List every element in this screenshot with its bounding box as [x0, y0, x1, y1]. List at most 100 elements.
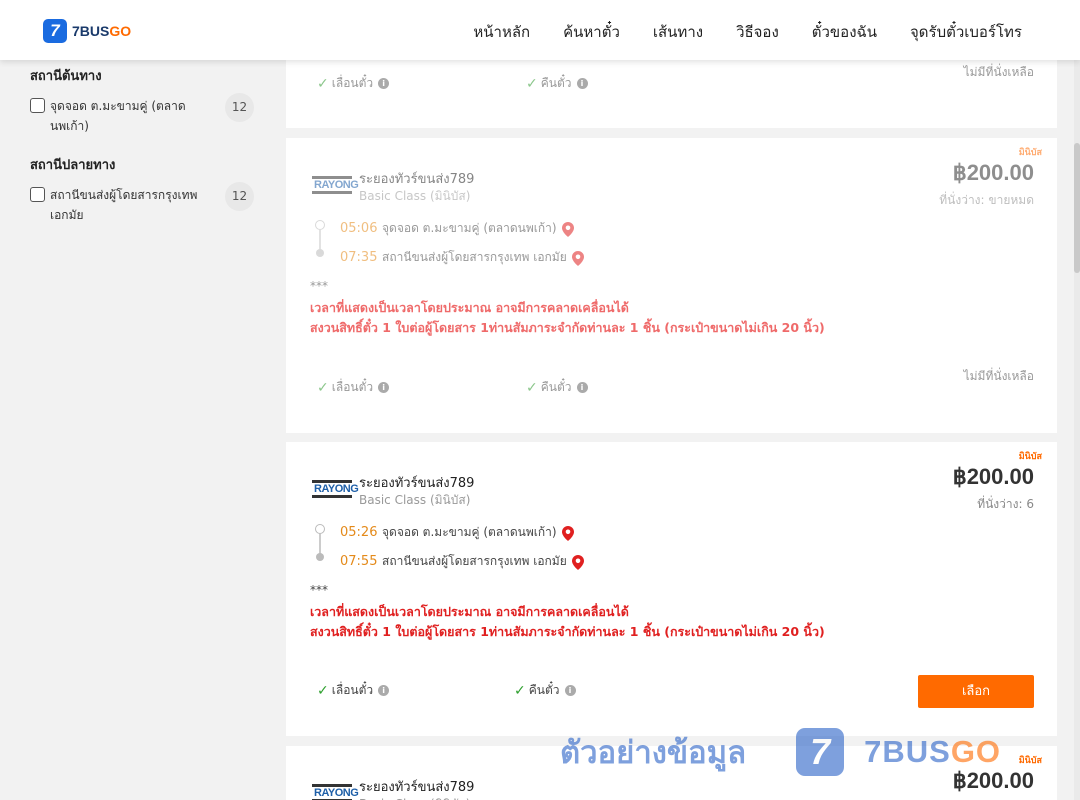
- destination-filter-title: สถานีปลายทาง: [30, 158, 116, 173]
- seats-available: ที่นั่งว่าง: ขายหมด: [939, 193, 1034, 207]
- reschedule-label: เลื่อนตั๋ว: [331, 683, 374, 697]
- refund-label: คืนตั๋ว: [540, 380, 572, 394]
- departure-stop: 05:06 จุดจอด ต.มะขามคู่ (ตลาดนพเก้า): [340, 219, 574, 238]
- arrival-time: 07:55: [340, 554, 378, 569]
- trip-card: มินิบัส RAYONG ระยองทัวร์ขนส่ง789 Basic …: [286, 138, 1057, 433]
- departure-time: 05:06: [340, 221, 378, 236]
- map-pin-icon[interactable]: [571, 250, 584, 266]
- map-pin-icon[interactable]: [571, 554, 584, 570]
- notice-line-1: เวลาที่แสดงเป็นเวลาโดยประมาณ อาจมีการคลา…: [310, 604, 629, 619]
- origin-filter-option[interactable]: จุดจอด ต.มะขามคู่ (ตลาดนพเก้า) 12: [30, 93, 260, 136]
- nav-ticket-points[interactable]: จุดรับตั๋วเบอร์โทร: [910, 20, 1022, 44]
- arrival-stop: 07:35 สถานีขนส่งผู้โดยสารกรุงเทพ เอกมัย: [340, 248, 584, 267]
- top-navbar: 7 7BUSGO หน้าหลัก ค้นหาตั๋ว เส้นทาง วิธี…: [0, 0, 1080, 60]
- notice-line-2: สงวนสิทธิ์ตั๋ว 1 ใบต่อผู้โดยสาร 1ท่านสัม…: [310, 624, 825, 639]
- destination-option-label[interactable]: สถานีขนส่งผู้โดยสารกรุงเทพ เอกมัย: [50, 185, 210, 225]
- departure-place: จุดจอด ต.มะขามคู่ (ตลาดนพเก้า): [382, 525, 557, 539]
- check-icon: ✓: [526, 379, 538, 396]
- destination-count-badge: 12: [225, 182, 254, 211]
- bus-class: Basic Class (มินิบัส): [359, 189, 471, 203]
- arrival-place: สถานีขนส่งผู้โดยสารกรุงเทพ เอกมัย: [382, 250, 567, 264]
- route-timeline: [315, 220, 325, 257]
- arrival-place: สถานีขนส่งผู้โดยสารกรุงเทพ เอกมัย: [382, 554, 567, 568]
- notice-text: เวลาที่แสดงเป็นเวลาโดยประมาณ อาจมีการคลา…: [310, 602, 825, 642]
- departure-place: จุดจอด ต.มะขามคู่ (ตลาดนพเก้า): [382, 221, 557, 235]
- destination-checkbox[interactable]: [30, 187, 45, 202]
- reschedule-option: ✓ เลื่อนตั๋ว i: [317, 74, 390, 93]
- bus-type-badge: มินิบัส: [1018, 756, 1042, 766]
- operator-logo: RAYONG: [312, 480, 359, 498]
- refund-option: ✓ คืนตั๋ว i: [526, 378, 588, 397]
- map-pin-icon[interactable]: [561, 221, 574, 237]
- arrival-time: 07:35: [340, 250, 378, 265]
- origin-checkbox[interactable]: [30, 98, 45, 113]
- nav-routes[interactable]: เส้นทาง: [653, 20, 703, 44]
- info-icon[interactable]: i: [576, 382, 588, 393]
- bus-class: Basic Class (มินิบัส): [359, 795, 470, 800]
- nav-how-to-book[interactable]: วิธีจอง: [736, 20, 779, 44]
- info-icon[interactable]: i: [378, 685, 390, 696]
- notice-text: เวลาที่แสดงเป็นเวลาโดยประมาณ อาจมีการคลา…: [310, 298, 825, 338]
- refund-label: คืนตั๋ว: [528, 683, 560, 697]
- select-trip-button[interactable]: เลือก: [918, 675, 1034, 708]
- refund-option: ✓ คืนตั๋ว i: [526, 74, 588, 93]
- reschedule-label: เลื่อนตั๋ว: [331, 76, 374, 90]
- operator-name: ระยองทัวร์ขนส่ง789: [359, 780, 475, 795]
- nav-search-tickets[interactable]: ค้นหาตั๋ว: [563, 20, 620, 44]
- bus-class: Basic Class (มินิบัส): [359, 493, 471, 507]
- check-icon: ✓: [317, 379, 329, 396]
- watermark-text: ตัวอย่างข้อมูล: [560, 735, 747, 771]
- site-logo[interactable]: 7 7BUSGO: [43, 19, 131, 43]
- refund-option: ✓ คืนตั๋ว i: [514, 681, 576, 700]
- ticket-price: ฿200.00: [952, 160, 1034, 185]
- scrollbar-thumb[interactable]: [1074, 143, 1080, 273]
- route-timeline: [315, 524, 325, 561]
- map-pin-icon[interactable]: [561, 525, 574, 541]
- operator-logo-text: RAYONG: [314, 787, 359, 799]
- check-icon: ✓: [526, 75, 538, 92]
- notice-line-2: สงวนสิทธิ์ตั๋ว 1 ใบต่อผู้โดยสาร 1ท่านสัม…: [310, 320, 825, 335]
- logo-mark-icon: 7: [43, 19, 67, 43]
- reschedule-label: เลื่อนตั๋ว: [331, 380, 374, 394]
- notice-stars: ***: [310, 583, 328, 597]
- notice-line-1: เวลาที่แสดงเป็นเวลาโดยประมาณ อาจมีการคลา…: [310, 300, 629, 315]
- no-seat-text: ไม่มีที่นั่งเหลือ: [963, 369, 1034, 383]
- nav-my-tickets[interactable]: ตั๋วของฉัน: [812, 20, 877, 44]
- operator-logo: RAYONG: [312, 176, 359, 194]
- watermark-brand-go: GO: [950, 734, 1002, 769]
- reschedule-option: ✓ เลื่อนตั๋ว i: [317, 378, 390, 397]
- departure-time: 05:26: [340, 525, 378, 540]
- nav-home[interactable]: หน้าหลัก: [473, 20, 530, 44]
- info-icon[interactable]: i: [378, 78, 390, 89]
- trip-card: มินิบัส RAYONG ระยองทัวร์ขนส่ง789 Basic …: [286, 442, 1057, 736]
- origin-option-label[interactable]: จุดจอด ต.มะขามคู่ (ตลาดนพเก้า): [50, 96, 210, 136]
- watermark-logo-icon: 7: [796, 728, 845, 776]
- origin-count-badge: 12: [225, 93, 254, 122]
- seats-available: ที่นั่งว่าง: 6: [977, 497, 1034, 511]
- check-icon: ✓: [317, 682, 329, 699]
- refund-label: คืนตั๋ว: [540, 76, 572, 90]
- info-icon[interactable]: i: [576, 78, 588, 89]
- sample-data-watermark: ตัวอย่างข้อมูล 7 7BUSGO: [560, 722, 1001, 782]
- operator-logo-text: RAYONG: [314, 179, 359, 191]
- operator-logo: RAYONG: [312, 784, 359, 800]
- main-nav: หน้าหลัก ค้นหาตั๋ว เส้นทาง วิธีจอง ตั๋วข…: [473, 20, 1022, 44]
- operator-name: ระยองทัวร์ขนส่ง789: [359, 172, 475, 187]
- no-seat-text: ไม่มีที่นั่งเหลือ: [963, 65, 1034, 79]
- check-icon: ✓: [317, 75, 329, 92]
- origin-filter-title: สถานีต้นทาง: [30, 69, 102, 84]
- logo-text-go: GO: [109, 23, 132, 39]
- arrival-stop: 07:55 สถานีขนส่งผู้โดยสารกรุงเทพ เอกมัย: [340, 552, 584, 571]
- info-icon[interactable]: i: [378, 382, 390, 393]
- watermark-brand: 7BUS: [864, 734, 951, 769]
- departure-stop: 05:26 จุดจอด ต.มะขามคู่ (ตลาดนพเก้า): [340, 523, 574, 542]
- logo-text: 7BUS: [72, 23, 110, 39]
- operator-name: ระยองทัวร์ขนส่ง789: [359, 476, 475, 491]
- filter-sidebar: สถานีต้นทาง จุดจอด ต.มะขามคู่ (ตลาดนพเก้…: [30, 60, 260, 243]
- destination-filter-option[interactable]: สถานีขนส่งผู้โดยสารกรุงเทพ เอกมัย 12: [30, 182, 260, 225]
- reschedule-option: ✓ เลื่อนตั๋ว i: [317, 681, 390, 700]
- bus-type-badge: มินิบัส: [1018, 452, 1042, 462]
- notice-stars: ***: [310, 279, 328, 293]
- ticket-price: ฿200.00: [952, 464, 1034, 489]
- info-icon[interactable]: i: [564, 685, 576, 696]
